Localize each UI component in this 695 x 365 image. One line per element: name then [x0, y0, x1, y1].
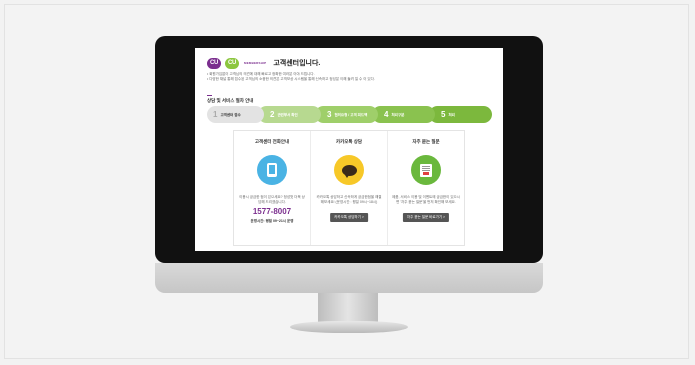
- faq-description: 제품, 서비스 이용 및 이벤트에 궁금한이 있으시면 '자주 묻는 질문'을 …: [392, 195, 460, 204]
- call-center-column: 고객센터 전화안내 이용시 궁금한 점이 있으세요? 정성껏 더욱 상담해 드리…: [234, 131, 310, 245]
- page-title: 고객센터입니다.: [273, 60, 321, 67]
- step-number: 2: [270, 110, 275, 119]
- process-steps: 1 고객센터 접수 2 관련부서 확인 3 협의요청 / 고객 피드백 4 처리…: [207, 106, 492, 123]
- faq-badge: [411, 155, 441, 185]
- notice-item: • 다양한 채널 통해 접수된 고객님의 소중한 의견은 고객보상 시스템을 통…: [207, 77, 375, 81]
- phone-number[interactable]: 1577-8007: [234, 207, 310, 216]
- step-label: 관련부서 확인: [277, 112, 298, 117]
- monitor-screen: CU CU MEMBERSHIP 고객센터입니다. • 회원가입없이 고객님의 …: [195, 48, 503, 251]
- faq-column: 자주 묻는 질문 제품, 서비스 이용 및 이벤트에 궁금한이 있으시면 '자주…: [387, 131, 464, 245]
- faq-shortcut-button[interactable]: 자주 묻는 질문 바로가기 >: [402, 213, 450, 222]
- step-number: 3: [327, 110, 332, 119]
- step-1: 1 고객센터 접수: [207, 106, 264, 123]
- chat-bubble-icon: [341, 164, 357, 178]
- step-label: 처리구분: [391, 112, 405, 117]
- faq-card-icon: [420, 163, 432, 177]
- call-center-badge: [257, 155, 287, 185]
- step-3: 3 협의요청 / 고객 피드백: [315, 106, 378, 123]
- section-title: 상담 및 서비스 절차 안내: [207, 98, 254, 103]
- call-center-title: 고객센터 전화안내: [254, 139, 290, 144]
- step-number: 1: [213, 110, 218, 119]
- monitor: CU CU MEMBERSHIP 고객센터입니다. • 회원가입없이 고객님의 …: [155, 36, 543, 263]
- section-accent-bar: [207, 95, 212, 96]
- step-label: 협의요청 / 고객 피드백: [334, 112, 368, 117]
- step-number: 5: [441, 110, 446, 119]
- kakao-column: 카카오톡 상담 카카오톡 상담하고 신속하게 궁금한점을 해결해보세요! (운영…: [310, 131, 387, 245]
- kakao-badge: [334, 155, 364, 185]
- monitor-chin: [155, 263, 543, 293]
- operating-hours: 운영시간: 평일 09~21시 운영: [250, 219, 294, 223]
- step-number: 4: [384, 110, 389, 119]
- step-4: 4 처리구분: [372, 106, 435, 123]
- kakao-title: 카카오톡 상담: [335, 139, 363, 144]
- faq-title: 자주 묻는 질문: [412, 139, 440, 144]
- membership-label: MEMBERSHIP: [244, 61, 267, 65]
- notice-list: • 회원가입없이 고객님의 의견에 대해 빠르고 정확한 여러분 이야 드립니다…: [207, 72, 497, 82]
- site-header: CU CU MEMBERSHIP 고객센터입니다.: [207, 56, 320, 70]
- step-label: 처리: [448, 112, 455, 117]
- cu-logo[interactable]: CU: [207, 57, 221, 69]
- monitor-stand-neck: [318, 293, 378, 323]
- contact-panel: 고객센터 전화안내 이용시 궁금한 점이 있으세요? 정성껏 더욱 상담해 드리…: [233, 130, 465, 246]
- kakao-consult-button[interactable]: 카카오톡 상담하기 >: [330, 213, 368, 222]
- step-5: 5 처리: [429, 106, 492, 123]
- step-2: 2 관련부서 확인: [258, 106, 321, 123]
- kakao-description: 카카오톡 상담하고 신속하게 궁금한점을 해결해보세요! (운영시간 : 평일 …: [316, 195, 382, 204]
- step-label: 고객센터 접수: [220, 112, 241, 117]
- call-center-description: 이용시 궁금한 점이 있으세요? 정성껏 더욱 상담해 드리겠습니다.: [239, 195, 305, 204]
- monitor-stand-base: [290, 321, 408, 333]
- tablet-icon: [267, 163, 277, 177]
- cu-membership-logo[interactable]: CU: [225, 57, 239, 69]
